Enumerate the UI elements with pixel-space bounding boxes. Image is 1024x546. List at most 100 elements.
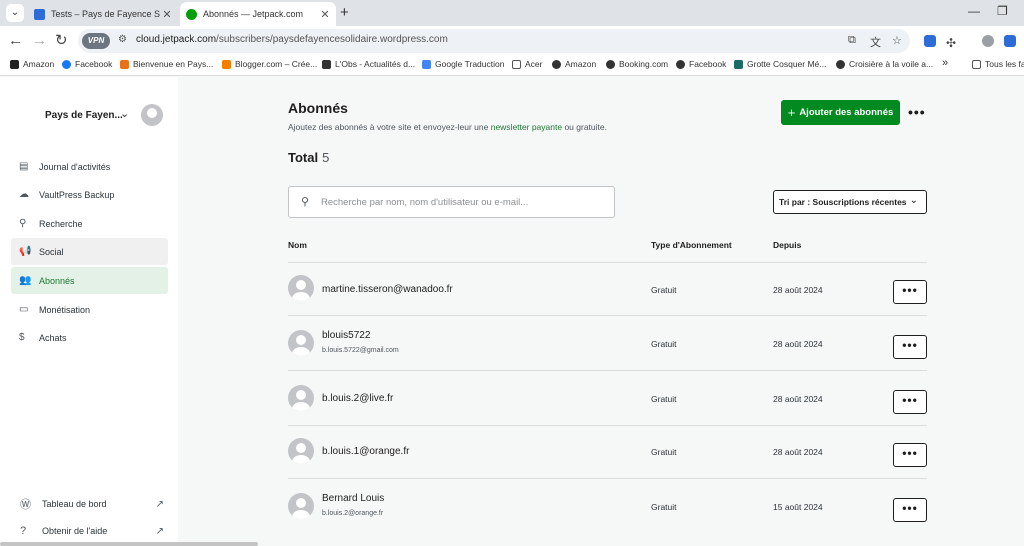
subscription-type: Gratuit — [651, 285, 677, 295]
vpn-badge[interactable]: VPN — [82, 33, 110, 49]
bookmark-item[interactable]: Amazon — [10, 59, 54, 69]
jetpack-favicon-icon — [186, 8, 197, 20]
restore-icon[interactable]: ❐ — [997, 4, 1008, 18]
subscriber-name[interactable]: Bernard Louis — [322, 493, 384, 504]
blogger-icon — [222, 59, 231, 69]
sidebar-dashboard-link[interactable]: Ⓦ Tableau de bord ↗ — [20, 496, 164, 512]
sidebar-help-link[interactable]: ? Obtenir de l'aide ↗ — [20, 525, 164, 537]
search-input[interactable] — [321, 193, 601, 211]
bookmark-item[interactable]: Grotte Cosquer Mé... — [734, 59, 826, 69]
row-actions-button[interactable]: ••• — [893, 280, 927, 304]
browser-tab-active[interactable]: Abonnés — Jetpack.com ✕ — [180, 2, 336, 26]
sidebar-item-label: Journal d'activités — [39, 161, 111, 172]
wordpress-icon: Ⓦ — [20, 499, 31, 511]
tab-favicon-icon — [34, 8, 45, 20]
row-actions-button[interactable]: ••• — [893, 498, 927, 522]
subscriber-name[interactable]: martine.tisseron@wanadoo.fr — [322, 284, 453, 295]
row-actions-button[interactable]: ••• — [893, 390, 927, 414]
browser-toolbar: ← → ↻ VPN ⚙ cloud.jetpack.com/subscriber… — [0, 26, 1024, 56]
site-icon — [734, 59, 743, 69]
subscriber-name[interactable]: b.louis.2@live.fr — [322, 393, 393, 404]
column-header-type: Type d'Abonnement — [651, 240, 732, 250]
sidebar-item-backup[interactable]: ☁ VaultPress Backup — [11, 181, 168, 208]
sidebar-item-label: Recherche — [39, 218, 83, 229]
bookmark-item[interactable]: Blogger.com – Crée... — [222, 59, 317, 69]
sidebar-item-social[interactable]: 📢 Social — [11, 238, 168, 265]
subscription-type: Gratuit — [651, 447, 677, 457]
tab-search-chevron-icon[interactable]: ⌄ — [6, 4, 24, 22]
subscription-date: 28 août 2024 — [773, 447, 823, 457]
tab-title: Tests – Pays de Fayence Solidaire — [51, 9, 160, 19]
facebook-icon — [62, 59, 71, 69]
horizontal-scrollbar[interactable] — [0, 542, 258, 546]
subscriber-name[interactable]: blouis5722 — [322, 330, 370, 341]
sidebar-item-label: VaultPress Backup — [39, 189, 115, 200]
site-switcher-name[interactable]: Pays de Fayen... — [45, 110, 123, 121]
bookmark-item[interactable]: Bienvenue en Pays... — [120, 59, 213, 69]
bookmarks-overflow-icon[interactable]: » — [942, 57, 948, 69]
reload-icon[interactable]: ↻ — [55, 32, 68, 50]
bookmark-star-icon[interactable]: ☆ — [892, 34, 902, 47]
browser-tab[interactable]: Tests – Pays de Fayence Solidaire ✕ — [28, 2, 178, 26]
site-icon — [120, 59, 129, 69]
sort-label: Tri par : Souscriptions récentes — [779, 197, 907, 207]
tab-close-icon[interactable]: ✕ — [318, 8, 332, 21]
profile-icon[interactable] — [982, 35, 994, 47]
tab-close-icon[interactable]: ✕ — [160, 8, 174, 21]
divider — [288, 262, 927, 263]
divider — [288, 478, 927, 479]
bookmark-item[interactable]: Acer — [512, 59, 542, 69]
tab-title: Abonnés — Jetpack.com — [203, 9, 304, 19]
subscriber-email: b.louis.2@orange.fr — [322, 510, 384, 517]
add-subscribers-button[interactable]: + Ajouter des abonnés — [781, 100, 900, 125]
site-settings-icon[interactable]: ⚙ — [118, 34, 127, 45]
row-actions-button[interactable]: ••• — [893, 335, 927, 359]
subscription-date: 28 août 2024 — [773, 394, 823, 404]
column-header-since: Depuis — [773, 240, 802, 250]
new-tab-icon[interactable]: + — [340, 4, 349, 22]
extensions-puzzle-icon[interactable]: ✣ — [946, 34, 956, 52]
address-bar[interactable]: VPN ⚙ cloud.jetpack.com/subscribers/pays… — [78, 29, 910, 53]
url-text[interactable]: cloud.jetpack.com/subscribers/paysdefaye… — [136, 34, 448, 45]
sidebar-item-purchases[interactable]: $ Achats — [11, 324, 168, 351]
bookmark-item[interactable]: Google Traduction — [422, 59, 504, 69]
newsletter-link[interactable]: newsletter payante — [491, 122, 562, 132]
sort-dropdown[interactable]: Tri par : Souscriptions récentes ⌄ — [773, 190, 927, 214]
subscriber-avatar — [288, 493, 314, 519]
extension-check-icon[interactable] — [1004, 35, 1016, 47]
all-bookmarks[interactable]: Tous les fav — [972, 59, 1024, 69]
sidebar-footer-label: Tableau de bord — [42, 499, 107, 509]
bookmark-item[interactable]: L'Obs - Actualités d... — [322, 59, 415, 69]
external-link-icon: ↗ — [155, 498, 164, 510]
subscriber-name[interactable]: b.louis.1@orange.fr — [322, 446, 409, 457]
install-app-icon[interactable]: ⧉ — [848, 34, 856, 47]
sidebar-item-search[interactable]: ⚲ Recherche — [11, 210, 168, 237]
search-field[interactable]: ⚲ — [288, 186, 615, 218]
backup-icon: ☁ — [19, 189, 29, 200]
divider — [288, 370, 927, 371]
bookmark-item[interactable]: Croisière à la voile a... — [836, 59, 933, 69]
forward-arrow-icon[interactable]: → — [32, 32, 47, 50]
row-actions-button[interactable]: ••• — [893, 443, 927, 467]
sidebar-item-subscribers[interactable]: 👥 Abonnés — [11, 267, 168, 294]
bookmark-item[interactable]: Facebook — [676, 59, 726, 69]
extension-shield-icon[interactable] — [924, 35, 936, 47]
folder-icon — [512, 59, 521, 69]
chevron-down-icon[interactable]: ⌄ — [120, 107, 129, 120]
total-count: Total 5 — [288, 150, 330, 165]
activity-log-icon: ▤ — [19, 161, 29, 172]
minimize-icon[interactable]: — — [968, 4, 980, 18]
bookmark-item[interactable]: Facebook — [62, 59, 112, 69]
bookmark-item[interactable]: Amazon — [552, 59, 596, 69]
back-arrow-icon[interactable]: ← — [8, 32, 23, 50]
globe-icon — [552, 59, 561, 69]
translate-icon[interactable]: 文 — [870, 34, 881, 50]
sidebar-item-label: Abonnés — [39, 275, 75, 286]
sidebar-item-activity-log[interactable]: ▤ Journal d'activités — [11, 153, 168, 180]
globe-icon — [836, 59, 845, 69]
bookmark-item[interactable]: Booking.com — [606, 59, 668, 69]
search-icon: ⚲ — [301, 196, 310, 208]
more-options-icon[interactable]: ••• — [908, 104, 926, 120]
sidebar-item-monetization[interactable]: ▭ Monétisation — [11, 296, 168, 323]
site-avatar[interactable] — [141, 104, 163, 126]
